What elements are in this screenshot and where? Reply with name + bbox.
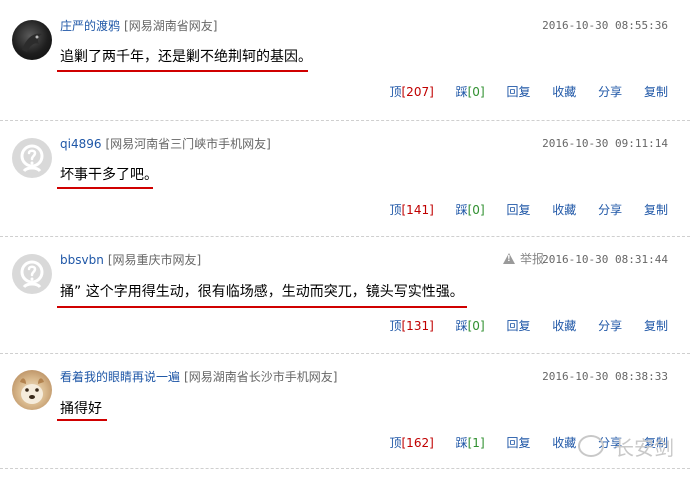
downvote-button[interactable]: 踩[0] (456, 85, 485, 99)
user-avatar[interactable] (12, 254, 52, 294)
comment-actions: 顶[131] 踩[0] 回复 收藏 分享 复制 (389, 318, 668, 334)
upvote-count: [141] (401, 203, 434, 217)
warning-icon: ! (502, 253, 515, 264)
upvote-count: [162] (401, 436, 434, 450)
dog-avatar-icon (20, 378, 44, 404)
comment-time: 2016-10-30 08:38:33 (542, 370, 668, 383)
favorite-button[interactable]: 收藏 (552, 436, 576, 450)
downvote-button[interactable]: 踩[1] (456, 436, 485, 450)
username-link[interactable]: bbsvbn (60, 253, 104, 267)
user-location: [网易河南省三门峡市手机网友] (105, 137, 271, 151)
user-avatar[interactable] (12, 138, 52, 178)
downvote-button[interactable]: 踩[0] (456, 319, 485, 333)
downvote-label: 踩 (455, 436, 468, 450)
comment-time: 2016-10-30 09:11:14 (542, 137, 668, 150)
upvote-button[interactable]: 顶[141] (389, 203, 433, 217)
downvote-count: [1] (467, 436, 485, 450)
downvote-button[interactable]: 踩[0] (456, 203, 485, 217)
upvote-label: 顶 (389, 319, 402, 333)
raven-avatar-icon (22, 33, 42, 52)
user-location: [网易湖南省长沙市手机网友] (184, 370, 338, 384)
downvote-count: [0] (467, 85, 485, 99)
favorite-button[interactable]: 收藏 (552, 85, 576, 99)
comment-item: bbsvbn [网易重庆市网友] ! 举报 2016-10-30 08:31:44 … (0, 237, 690, 353)
red-underline (57, 187, 153, 189)
comment-actions: 顶[141] 踩[0] 回复 收藏 分享 复制 (389, 202, 668, 218)
watermark-text: 长安剑 (614, 436, 674, 460)
reply-button[interactable]: 回复 (506, 436, 530, 450)
comment-time: 2016-10-30 08:31:44 (542, 253, 668, 266)
comment-item: qi4896 [网易河南省三门峡市手机网友] 2016-10-30 09:11:1… (0, 121, 690, 236)
upvote-button[interactable]: 顶[162] (389, 436, 433, 450)
report-button[interactable]: ! 举报 (502, 252, 544, 266)
upvote-count: [131] (401, 319, 434, 333)
default-avatar-icon (20, 144, 44, 173)
copy-button[interactable]: 复制 (644, 203, 668, 217)
copy-button[interactable]: 复制 (644, 85, 668, 99)
comment-actions: 顶[207] 踩[0] 回复 收藏 分享 复制 (389, 84, 668, 100)
comment-divider (0, 468, 690, 469)
share-button[interactable]: 分享 (598, 203, 622, 217)
favorite-button[interactable]: 收藏 (552, 203, 576, 217)
reply-button[interactable]: 回复 (506, 85, 530, 99)
comment-meta: qi4896 [网易河南省三门峡市手机网友] (60, 137, 271, 151)
username-link[interactable]: qi4896 (60, 137, 102, 151)
downvote-count: [0] (467, 203, 485, 217)
comment-text: 追剿了两千年，还是剿不绝荆轲的基因。 (60, 49, 312, 65)
downvote-label: 踩 (455, 85, 468, 99)
favorite-button[interactable]: 收藏 (552, 319, 576, 333)
upvote-label: 顶 (389, 85, 402, 99)
upvote-label: 顶 (389, 436, 402, 450)
default-avatar-icon (20, 260, 44, 289)
user-location: [网易湖南省网友] (124, 19, 218, 33)
comment-item: 庄严的渡鸦 [网易湖南省网友] 2016-10-30 08:55:36 追剿了两千… (0, 0, 690, 118)
upvote-button[interactable]: 顶[131] (389, 319, 433, 333)
comment-meta: bbsvbn [网易重庆市网友] (60, 253, 201, 267)
comment-time: 2016-10-30 08:55:36 (542, 19, 668, 32)
comment-meta: 庄严的渡鸦 [网易湖南省网友] (60, 19, 217, 33)
upvote-button[interactable]: 顶[207] (389, 85, 433, 99)
comment-meta: 看着我的眼睛再说一遍 [网易湖南省长沙市手机网友] (60, 370, 337, 384)
copy-button[interactable]: 复制 (644, 319, 668, 333)
username-link[interactable]: 庄严的渡鸦 (60, 19, 120, 33)
downvote-label: 踩 (455, 203, 468, 217)
comment-text: 捅” 这个字用得生动，很有临场感，生动而突兀，镜头写实性强。 (60, 284, 464, 300)
reply-button[interactable]: 回复 (506, 203, 530, 217)
comment-text: 捅得好 (60, 401, 102, 417)
share-button[interactable]: 分享 (598, 319, 622, 333)
red-underline (57, 70, 308, 72)
user-location: [网易重庆市网友] (107, 253, 202, 267)
user-avatar[interactable] (12, 370, 52, 410)
comment-text: 坏事干多了吧。 (60, 167, 158, 183)
red-underline (57, 419, 107, 421)
downvote-count: [0] (467, 319, 485, 333)
reply-button[interactable]: 回复 (506, 319, 530, 333)
wechat-icon (578, 435, 604, 457)
share-button[interactable]: 分享 (598, 85, 622, 99)
downvote-label: 踩 (455, 319, 468, 333)
user-avatar[interactable] (12, 20, 52, 60)
username-link[interactable]: 看着我的眼睛再说一遍 (60, 370, 180, 384)
upvote-count: [207] (401, 85, 434, 99)
upvote-label: 顶 (389, 203, 402, 217)
watermark: 长安剑 (578, 432, 674, 461)
report-label: 举报 (519, 252, 544, 266)
red-underline (57, 306, 467, 308)
